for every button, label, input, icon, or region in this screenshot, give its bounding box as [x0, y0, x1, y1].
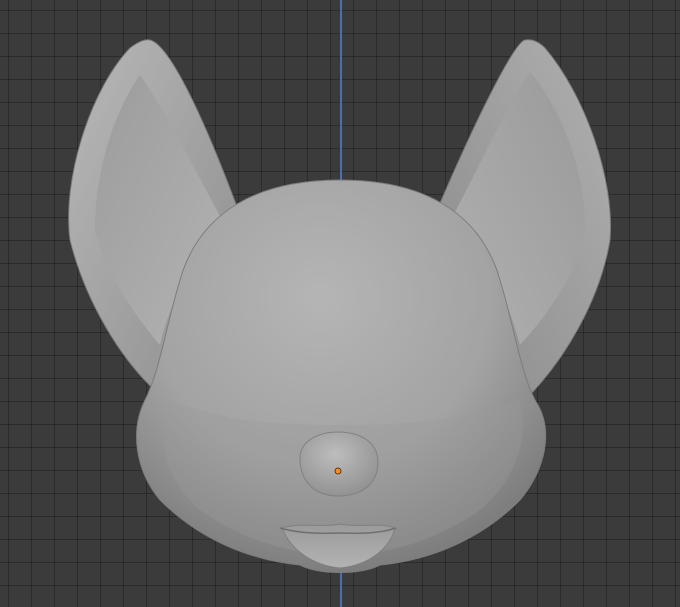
head-model[interactable]: [0, 0, 680, 607]
3d-viewport[interactable]: [0, 0, 680, 607]
origin-point-icon[interactable]: [334, 467, 342, 475]
nose: [299, 431, 379, 497]
